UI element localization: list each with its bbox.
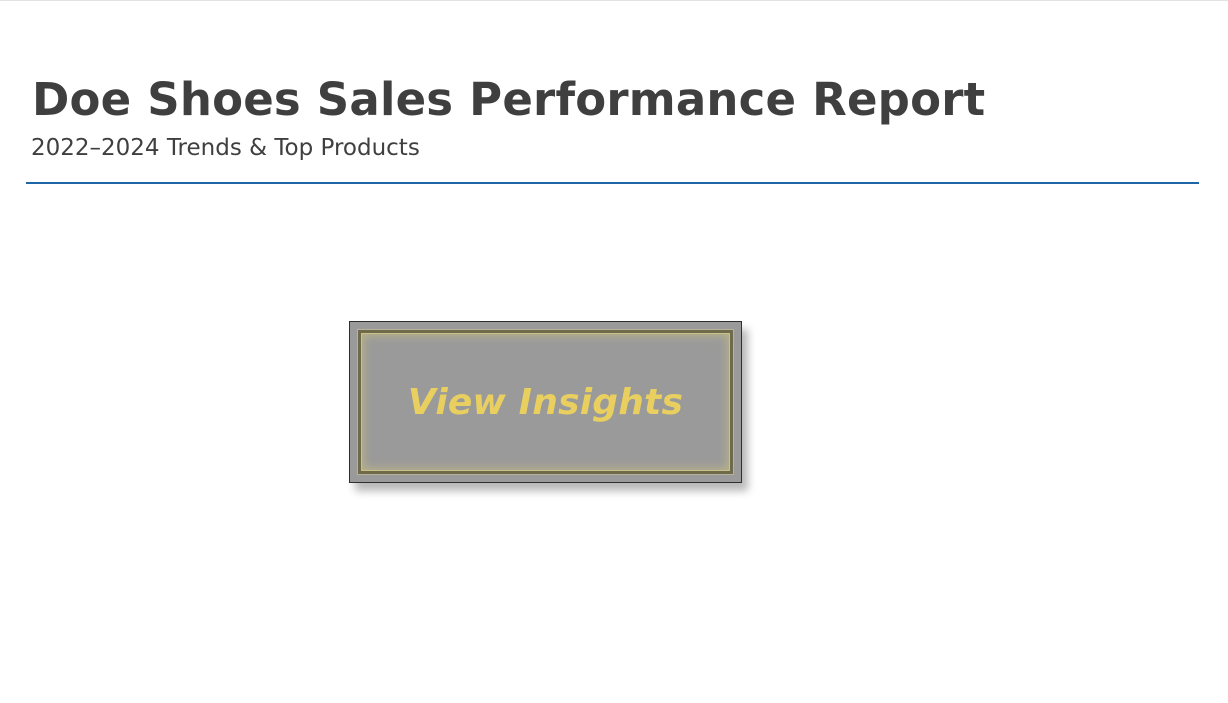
view-insights-button-frame: View Insights: [358, 330, 733, 474]
report-page: Doe Shoes Sales Performance Report 2022–…: [0, 0, 1228, 703]
view-insights-label: View Insights: [407, 381, 684, 423]
view-insights-button[interactable]: View Insights: [349, 321, 742, 483]
page-title: Doe Shoes Sales Performance Report: [32, 73, 986, 126]
page-subtitle: 2022–2024 Trends & Top Products: [31, 135, 420, 161]
report-header: Doe Shoes Sales Performance Report 2022–…: [26, 69, 1199, 184]
